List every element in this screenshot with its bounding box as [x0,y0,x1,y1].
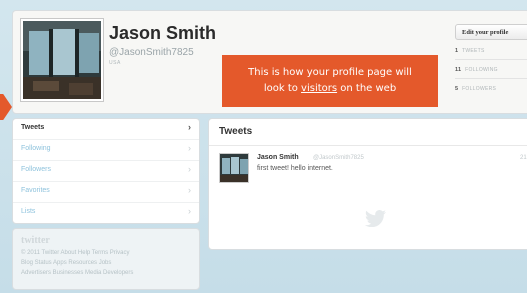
edit-profile-button[interactable]: Edit your profile [455,24,527,40]
stat-tweets-label: TWEETS [461,48,485,54]
sidebar-item-label: Tweets [21,124,45,131]
chevron-right-icon: › [188,122,191,132]
stat-tweets-count: 1 [455,48,459,54]
tweet-handle[interactable]: @JasonSmith7825 [313,155,364,161]
info-callout: This is how your profile page will look … [222,55,438,107]
tweet-author[interactable]: Jason Smith [257,154,299,161]
sidebar-item-lists[interactable]: Lists › [13,203,199,223]
bird-icon [365,210,386,227]
footer-links: © 2011 Twitter About Help Terms Privacy … [21,248,191,278]
chevron-right-icon: › [188,206,191,216]
stat-following-label: FOLLOWING [465,67,498,73]
twitter-logo: twitter [21,235,50,246]
footer-links-line-3[interactable]: Advertisers Businesses Media Developers [21,268,191,278]
chevron-right-icon: › [188,164,191,174]
profile-nav-sidebar: Tweets › Following › Followers › Favorit… [12,118,200,224]
profile-name: Jason Smith [109,23,217,43]
stat-followers[interactable]: 5 FOLLOWERS [455,86,496,92]
site-footer: twitter © 2011 Twitter About Help Terms … [12,228,200,290]
sidebar-item-favorites[interactable]: Favorites › [13,182,199,203]
tweets-heading: Tweets [219,126,253,137]
callout-line-1: This is how your profile page will [248,67,412,78]
footer-links-line-2[interactable]: Blog Status Apps Resources Jobs [21,258,191,268]
tweets-divider [209,145,527,146]
stat-followers-count: 5 [455,86,459,92]
tweet-text: first tweet! hello internet. [257,165,333,172]
stat-following-count: 11 [455,67,462,73]
visitors-link[interactable]: visitors [301,83,337,94]
sidebar-item-following[interactable]: Following › [13,140,199,161]
sidebar-item-label: Favorites [21,187,50,194]
stat-followers-label: FOLLOWERS [462,86,497,92]
profile-handle: @JasonSmith7825 [109,47,194,58]
tweet-timestamp[interactable]: 21 [520,155,527,161]
footer-links-line-1[interactable]: © 2011 Twitter About Help Terms Privacy [21,248,191,258]
sidebar-item-label: Lists [21,208,36,215]
stat-divider [455,59,527,60]
avatar-image [23,21,101,99]
callout-prefix: look to [263,83,302,94]
stat-following[interactable]: 11 FOLLOWING [455,67,498,73]
sidebar-item-label: Followers [21,166,51,173]
chevron-right-icon: › [188,185,191,195]
sidebar-item-followers[interactable]: Followers › [13,161,199,182]
stat-divider [455,78,527,79]
callout-suffix: on the web [337,83,397,94]
profile-avatar[interactable] [21,19,103,101]
sidebar-item-tweets[interactable]: Tweets › [13,119,199,140]
chevron-right-icon: › [188,143,191,153]
callout-line-2: look to visitors on the web [222,81,438,97]
tweet-avatar-image [220,154,248,182]
tweets-panel: Tweets Jason Smith @JasonSmith7825 first… [208,118,527,250]
tweet-avatar[interactable] [219,153,249,183]
sidebar-item-label: Following [21,145,51,152]
stat-tweets[interactable]: 1 TWEETS [455,48,485,54]
profile-location: USA [109,60,121,66]
